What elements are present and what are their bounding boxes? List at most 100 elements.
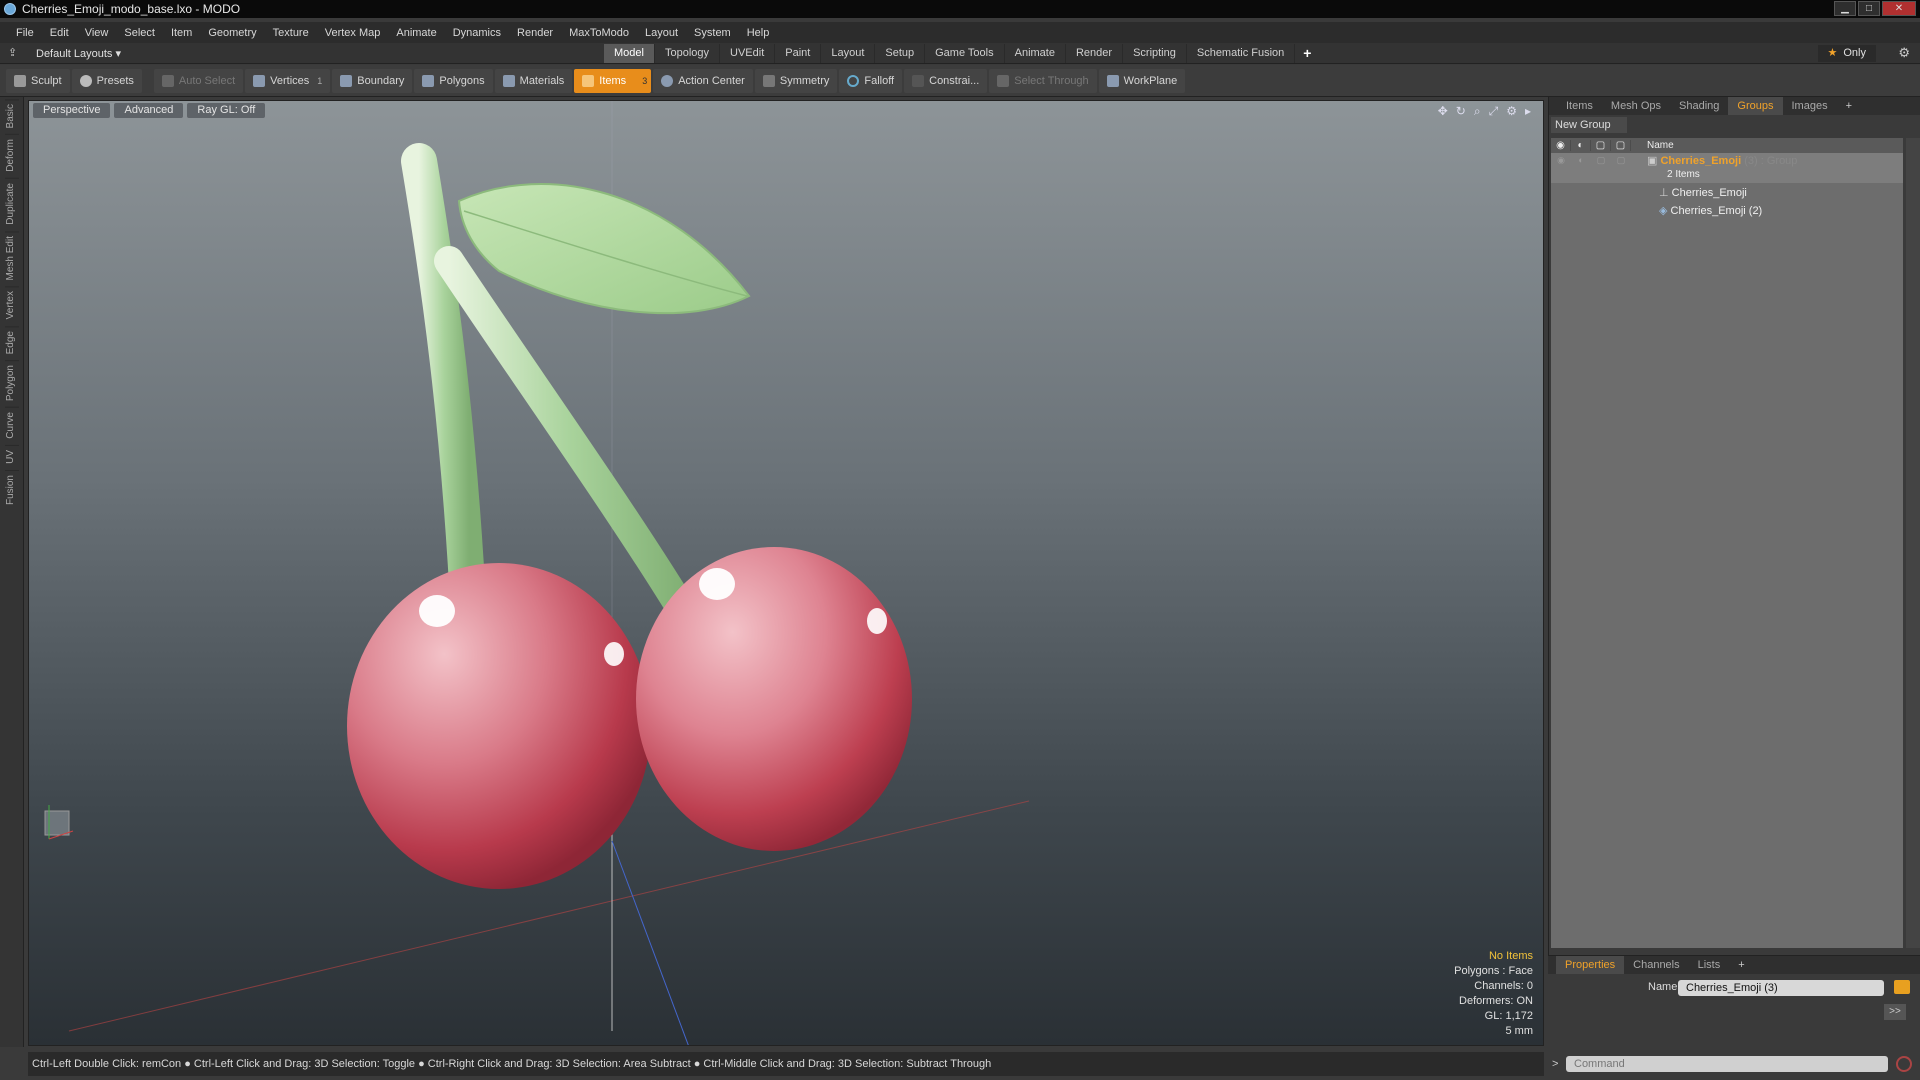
menu-animate[interactable]: Animate bbox=[388, 27, 444, 39]
visibility-column-icon[interactable]: ◉ bbox=[1551, 140, 1571, 151]
workplane-button[interactable]: WorkPlane bbox=[1098, 68, 1186, 93]
items-button[interactable]: Items 3 bbox=[574, 68, 652, 93]
minimize-button[interactable]: ▁ bbox=[1834, 1, 1856, 16]
viewport-gear-icon[interactable]: ⚙ bbox=[1506, 104, 1517, 119]
left-tab-vertex[interactable]: Vertex bbox=[4, 286, 19, 324]
tree-scrollbar[interactable] bbox=[1906, 138, 1920, 948]
tab-animate[interactable]: Animate bbox=[1005, 44, 1066, 63]
left-tab-fusion[interactable]: Fusion bbox=[4, 469, 19, 509]
tab-render[interactable]: Render bbox=[1066, 44, 1124, 63]
name-field[interactable]: Cherries_Emoji (3) bbox=[1678, 980, 1884, 996]
viewport-menu-icon[interactable]: ▸ bbox=[1525, 104, 1531, 119]
tab-mesh-ops[interactable]: Mesh Ops bbox=[1602, 97, 1670, 115]
auto-select-button[interactable]: Auto Select bbox=[153, 68, 244, 93]
left-tab-mesh-edit[interactable]: Mesh Edit bbox=[4, 230, 19, 285]
3d-viewport[interactable]: Perspective Advanced Ray GL: Off ✥ ↻ ⌕ ⤢… bbox=[28, 100, 1544, 1046]
tab-shading[interactable]: Shading bbox=[1670, 97, 1728, 115]
menu-texture[interactable]: Texture bbox=[265, 27, 317, 39]
add-panel-tab-button[interactable]: + bbox=[1837, 97, 1861, 115]
falloff-button[interactable]: Falloff bbox=[839, 68, 903, 93]
tab-paint[interactable]: Paint bbox=[775, 44, 822, 63]
only-button[interactable]: ★ Only bbox=[1817, 45, 1876, 62]
menu-geometry[interactable]: Geometry bbox=[200, 27, 264, 39]
tab-model[interactable]: Model bbox=[604, 44, 655, 63]
tab-layout[interactable]: Layout bbox=[821, 44, 876, 63]
tab-lists[interactable]: Lists bbox=[1689, 956, 1730, 974]
sculpt-button[interactable]: Sculpt bbox=[6, 68, 70, 93]
name-column-header[interactable]: Name bbox=[1631, 140, 1674, 151]
menu-dynamics[interactable]: Dynamics bbox=[445, 27, 509, 39]
select-icon[interactable]: ▢ bbox=[1611, 155, 1631, 166]
materials-button[interactable]: Materials bbox=[494, 68, 573, 93]
tab-scripting[interactable]: Scripting bbox=[1123, 44, 1187, 63]
tab-setup[interactable]: Setup bbox=[875, 44, 926, 63]
gear-icon[interactable]: ⚙ bbox=[1898, 45, 1910, 61]
lock-icon[interactable]: ▢ bbox=[1591, 155, 1611, 166]
menu-system[interactable]: System bbox=[686, 27, 739, 39]
constraint-button[interactable]: Constrai... bbox=[904, 68, 988, 93]
tab-topology[interactable]: Topology bbox=[655, 44, 721, 63]
rotate-icon[interactable]: ↻ bbox=[1456, 104, 1466, 119]
symmetry-button[interactable]: Symmetry bbox=[754, 68, 838, 93]
left-tab-edge[interactable]: Edge bbox=[4, 325, 19, 359]
boundary-button[interactable]: Boundary bbox=[332, 68, 413, 93]
zoom-icon[interactable]: ⌕ bbox=[1474, 104, 1481, 119]
brush-icon bbox=[14, 74, 26, 87]
left-tab-curve[interactable]: Curve bbox=[4, 407, 19, 443]
left-tab-basic[interactable]: Basic bbox=[4, 99, 19, 133]
command-history-icon[interactable] bbox=[1896, 1056, 1912, 1072]
lock-column-icon[interactable]: ▢ bbox=[1591, 140, 1611, 151]
menu-select[interactable]: Select bbox=[116, 27, 163, 39]
tab-schematic-fusion[interactable]: Schematic Fusion bbox=[1187, 44, 1296, 63]
menu-help[interactable]: Help bbox=[739, 27, 778, 39]
fit-icon[interactable]: ⤢ bbox=[1489, 104, 1499, 119]
tab-uvedit[interactable]: UVEdit bbox=[720, 44, 776, 63]
render-icon[interactable]: ◐ bbox=[1571, 155, 1591, 165]
action-center-button[interactable]: Action Center bbox=[653, 68, 753, 93]
items-icon bbox=[582, 74, 595, 87]
select-column-icon[interactable]: ▢ bbox=[1611, 140, 1631, 151]
pan-icon[interactable]: ✥ bbox=[1438, 104, 1448, 119]
shading-dropdown[interactable]: Advanced bbox=[114, 103, 184, 118]
raygl-toggle[interactable]: Ray GL: Off bbox=[187, 103, 266, 118]
tab-game-tools[interactable]: Game Tools bbox=[925, 44, 1005, 63]
menu-vertex-map[interactable]: Vertex Map bbox=[317, 27, 389, 39]
vertices-button[interactable]: Vertices 1 bbox=[245, 68, 331, 93]
tree-row-group[interactable]: ◉ ◐ ▢ ▢ ▣ Cherries_Emoji (3) : Group 2 I… bbox=[1551, 153, 1903, 183]
eye-icon[interactable]: ◉ bbox=[1551, 155, 1571, 166]
render-column-icon[interactable]: ◐ bbox=[1571, 140, 1591, 151]
menu-edit[interactable]: Edit bbox=[42, 27, 77, 39]
layout-expand-icon[interactable]: ⇪ bbox=[8, 46, 17, 59]
left-tab-polygon[interactable]: Polygon bbox=[4, 360, 19, 406]
menu-layout[interactable]: Layout bbox=[637, 27, 686, 39]
menu-maxtomodo[interactable]: MaxToModo bbox=[561, 27, 637, 39]
command-input[interactable]: Command bbox=[1566, 1056, 1888, 1072]
polygons-button[interactable]: Polygons bbox=[414, 68, 493, 93]
menu-render[interactable]: Render bbox=[509, 27, 561, 39]
tree-row-item[interactable]: ◈ Cherries_Emoji (2) bbox=[1551, 201, 1903, 219]
new-group-button[interactable]: New Group bbox=[1551, 117, 1627, 133]
tree-row-item[interactable]: ⊥ Cherries_Emoji bbox=[1551, 183, 1903, 201]
maximize-button[interactable]: □ bbox=[1858, 1, 1880, 16]
tab-channels[interactable]: Channels bbox=[1624, 956, 1688, 974]
expand-arrow-button[interactable]: >> bbox=[1884, 1004, 1906, 1020]
select-through-button[interactable]: Select Through bbox=[989, 68, 1097, 93]
menu-item[interactable]: Item bbox=[163, 27, 200, 39]
tab-images[interactable]: Images bbox=[1783, 97, 1837, 115]
menu-file[interactable]: File bbox=[8, 27, 42, 39]
layout-dropdown[interactable]: Default Layouts ▾ bbox=[36, 47, 121, 60]
view-mode-dropdown[interactable]: Perspective bbox=[33, 103, 111, 118]
tab-items[interactable]: Items bbox=[1557, 97, 1602, 115]
left-tab-deform[interactable]: Deform bbox=[4, 134, 19, 177]
presets-button[interactable]: Presets bbox=[71, 68, 142, 93]
left-tab-uv[interactable]: UV bbox=[4, 444, 19, 468]
tab-properties[interactable]: Properties bbox=[1556, 956, 1625, 974]
add-tab-button[interactable]: + bbox=[1295, 44, 1319, 63]
tab-groups[interactable]: Groups bbox=[1728, 97, 1783, 115]
color-swatch[interactable] bbox=[1894, 980, 1910, 994]
group-child-1: Cherries_Emoji bbox=[1671, 186, 1747, 199]
left-tab-duplicate[interactable]: Duplicate bbox=[4, 178, 19, 229]
add-properties-tab-button[interactable]: + bbox=[1729, 956, 1753, 974]
menu-view[interactable]: View bbox=[77, 27, 117, 39]
close-button[interactable]: ✕ bbox=[1882, 1, 1916, 16]
